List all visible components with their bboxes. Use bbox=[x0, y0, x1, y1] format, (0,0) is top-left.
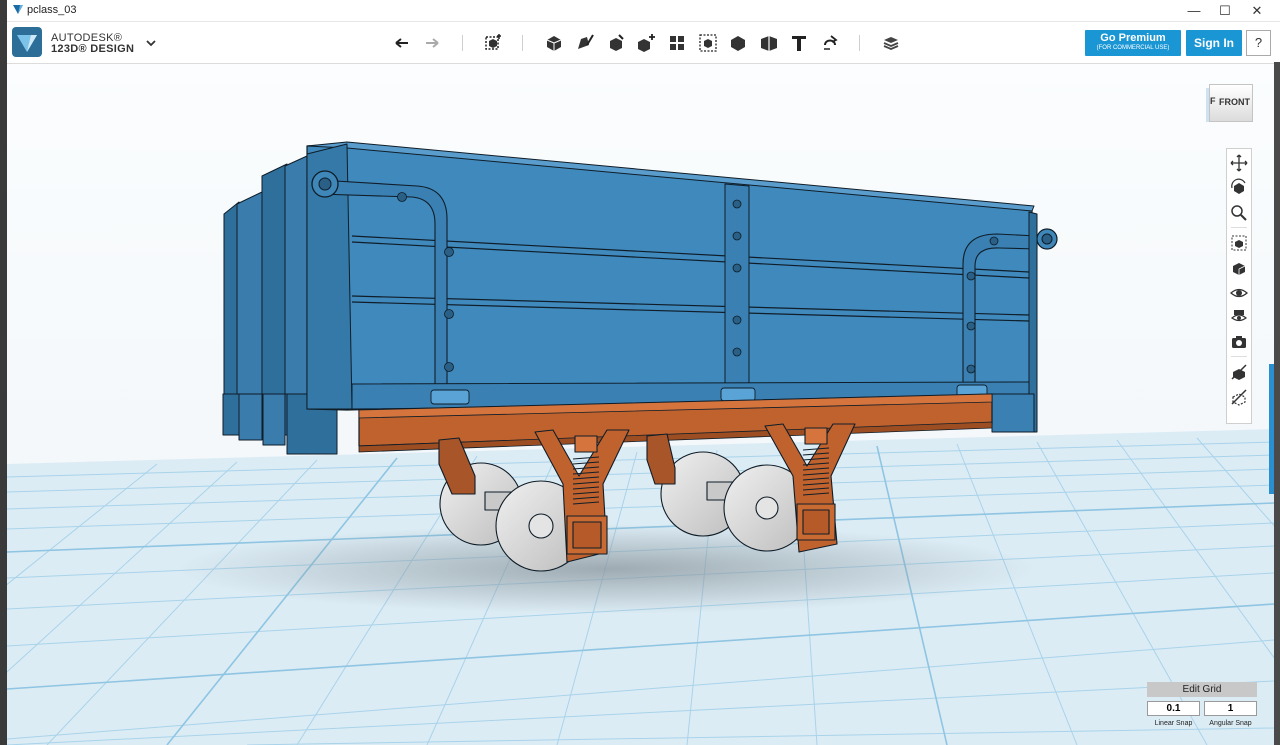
views-icon[interactable] bbox=[1229, 258, 1249, 278]
help-button[interactable]: ? bbox=[1246, 30, 1271, 56]
view-cube[interactable]: F FRONT bbox=[1205, 82, 1257, 128]
title-bar: pclass_03 — ☐ ✕ bbox=[7, 0, 1280, 22]
minimize-button[interactable]: — bbox=[1178, 0, 1210, 22]
construct-icon[interactable] bbox=[604, 31, 628, 55]
redo-icon[interactable] bbox=[420, 31, 444, 55]
autodesk-logo-icon[interactable] bbox=[12, 27, 42, 57]
visibility-icon[interactable] bbox=[1229, 283, 1249, 303]
text-icon[interactable] bbox=[787, 31, 811, 55]
window-title: pclass_03 bbox=[27, 4, 77, 16]
angular-snap-input[interactable]: 1 bbox=[1204, 701, 1257, 716]
view-cube-front-label: FRONT bbox=[1219, 97, 1250, 107]
undo-icon[interactable] bbox=[390, 31, 414, 55]
view-cube-side-label: F bbox=[1210, 96, 1216, 106]
right-window-edge bbox=[1274, 62, 1280, 745]
group-icon[interactable] bbox=[696, 31, 720, 55]
premium-label: Go Premium bbox=[1100, 32, 1166, 44]
main-toolbar: AUTODESK® 123D® DESIGN Go Premium (FOR C… bbox=[7, 22, 1280, 64]
close-button[interactable]: ✕ bbox=[1241, 0, 1273, 22]
show-hide-icon[interactable] bbox=[1229, 362, 1249, 382]
angular-snap-label: Angular Snap bbox=[1209, 720, 1252, 727]
premium-sublabel: (FOR COMMERCIAL USE) bbox=[1096, 45, 1170, 51]
linear-snap-label: Linear Snap bbox=[1154, 720, 1193, 727]
modify-icon[interactable] bbox=[634, 31, 658, 55]
screenshot-icon[interactable] bbox=[1229, 332, 1249, 352]
3d-viewport[interactable]: F FRONT Edit Grid 0.1 1 Linear Snap Angu… bbox=[7, 64, 1274, 745]
sketch-icon[interactable] bbox=[573, 31, 597, 55]
fit-icon[interactable] bbox=[1229, 233, 1249, 253]
orbit-icon[interactable] bbox=[1229, 178, 1249, 198]
hide-icon[interactable] bbox=[1229, 387, 1249, 407]
navigation-bar bbox=[1226, 148, 1252, 424]
toolbar-separator bbox=[522, 35, 523, 51]
combine-icon[interactable] bbox=[726, 31, 750, 55]
app-icon bbox=[13, 5, 23, 14]
snap-icon[interactable] bbox=[818, 31, 842, 55]
material-display-icon[interactable] bbox=[1229, 307, 1249, 327]
pattern-icon[interactable] bbox=[665, 31, 689, 55]
app-window: pclass_03 — ☐ ✕ AUTODESK® 123D® DESIGN G… bbox=[0, 0, 1280, 745]
scene-canvas bbox=[7, 64, 1274, 745]
navbar-separator bbox=[1231, 227, 1247, 228]
zoom-icon[interactable] bbox=[1229, 203, 1249, 223]
go-premium-button[interactable]: Go Premium (FOR COMMERCIAL USE) bbox=[1085, 30, 1181, 56]
navbar-separator bbox=[1231, 356, 1247, 357]
transform-icon[interactable] bbox=[481, 31, 505, 55]
left-window-edge bbox=[0, 0, 7, 745]
maximize-button[interactable]: ☐ bbox=[1209, 0, 1241, 22]
brand-line-2: 123D® DESIGN bbox=[51, 43, 135, 55]
edit-grid-button[interactable]: Edit Grid bbox=[1147, 682, 1257, 697]
sign-in-button[interactable]: Sign In bbox=[1186, 30, 1242, 56]
linear-snap-input[interactable]: 0.1 bbox=[1147, 701, 1200, 716]
pan-icon[interactable] bbox=[1229, 153, 1249, 173]
grid-panel: Edit Grid 0.1 1 Linear Snap Angular Snap bbox=[1147, 682, 1257, 732]
toolbar-separator bbox=[859, 35, 860, 51]
toolbar-separator bbox=[462, 35, 463, 51]
measure-icon[interactable] bbox=[757, 31, 781, 55]
chevron-down-icon[interactable] bbox=[145, 38, 157, 48]
primitives-icon[interactable] bbox=[542, 31, 566, 55]
material-icon[interactable] bbox=[879, 31, 903, 55]
